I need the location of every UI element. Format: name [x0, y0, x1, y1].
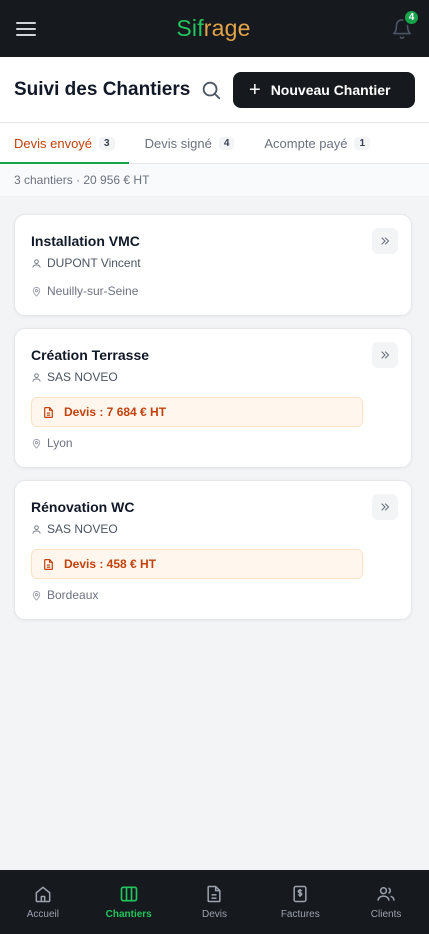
tab-count-badge: 1 [354, 136, 371, 150]
site-client: SAS NOVEO [31, 522, 118, 536]
location-pin-icon [32, 590, 41, 601]
summary-line: 3 chantiers · 20 956 € HT [0, 164, 429, 197]
document-icon [44, 558, 53, 570]
quote-amount-badge[interactable]: Devis : 7 684 € HT [31, 397, 363, 427]
site-card[interactable]: Installation VMC DUPONT Vincent Neuilly-… [14, 214, 412, 316]
bottom-navigation: Accueil Chantiers Devis Factures Clients [0, 870, 429, 934]
nav-label: Devis [201, 909, 227, 920]
notifications-bell-icon[interactable]: 4 [391, 8, 420, 40]
site-location: Neuilly-sur-Seine [31, 284, 138, 298]
nav-label: Chantiers [105, 909, 152, 920]
site-title: Création Terrasse [31, 347, 150, 363]
client-name: DUPONT Vincent [47, 256, 141, 270]
status-tabs: Devis envoyé 3 Devis signé 4 Acompte pay… [0, 122, 429, 164]
site-client: DUPONT Vincent [31, 256, 141, 270]
user-icon [32, 258, 41, 268]
site-title: Installation VMC [31, 233, 140, 249]
site-card[interactable]: Création Terrasse SAS NOVEO Devis : 7 68… [14, 328, 412, 468]
nav-item-factures[interactable]: Factures [257, 870, 343, 934]
site-client: SAS NOVEO [31, 370, 118, 384]
tab-devis-signe[interactable]: Devis signé 4 [129, 123, 249, 163]
client-name: SAS NOVEO [47, 370, 118, 384]
notification-count-badge: 4 [402, 8, 420, 26]
quote-amount-badge[interactable]: Devis : 458 € HT [31, 549, 363, 579]
tab-label: Devis signé [144, 135, 212, 151]
expand-chevrons-icon[interactable] [372, 494, 398, 520]
new-site-button[interactable]: + Nouveau Chantier [233, 71, 415, 108]
tab-count-badge: 4 [218, 136, 235, 150]
user-icon [32, 524, 41, 534]
location-name: Neuilly-sur-Seine [47, 284, 139, 298]
nav-label: Factures [280, 909, 320, 920]
expand-chevrons-icon[interactable] [372, 342, 398, 368]
tab-devis-envoye[interactable]: Devis envoyé 3 [0, 123, 129, 164]
search-icon[interactable] [200, 79, 222, 101]
nav-label: Clients [370, 909, 402, 920]
tab-acompte-paye[interactable]: Acompte payé 1 [248, 123, 384, 163]
tab-count-badge: 3 [99, 136, 115, 150]
tab-label: Acompte payé [264, 135, 348, 151]
user-icon [32, 372, 41, 382]
new-site-button-label: Nouveau Chantier [270, 81, 391, 98]
page-title: Suivi des Chantiers [14, 78, 191, 100]
client-name: SAS NOVEO [47, 522, 118, 536]
document-icon [44, 406, 53, 418]
tab-label: Devis envoyé [14, 135, 93, 151]
site-card[interactable]: Rénovation WC SAS NOVEO Devis : 458 € HT… [14, 480, 412, 620]
page-header: Suivi des Chantiers + Nouveau Chantier [0, 57, 429, 122]
quote-amount-label: Devis : 458 € HT [64, 557, 157, 571]
site-location: Lyon [31, 436, 73, 450]
nav-item-clients[interactable]: Clients [343, 870, 429, 934]
site-location: Bordeaux [31, 588, 98, 602]
columns-icon [120, 886, 138, 902]
location-pin-icon [32, 286, 41, 297]
invoice-icon [293, 885, 307, 903]
document-icon [207, 885, 222, 903]
app-logo: Sifrage [176, 15, 251, 41]
nav-item-devis[interactable]: Devis [172, 870, 258, 934]
home-icon [35, 886, 51, 903]
location-name: Lyon [47, 436, 73, 450]
quote-amount-label: Devis : 7 684 € HT [64, 405, 167, 419]
hamburger-menu-icon[interactable] [16, 20, 36, 38]
nav-item-accueil[interactable]: Accueil [0, 870, 86, 934]
top-bar: Sifrage 4 [0, 0, 429, 57]
expand-chevrons-icon[interactable] [372, 228, 398, 254]
nav-label: Accueil [26, 909, 60, 920]
location-name: Bordeaux [47, 588, 99, 602]
plus-icon: + [249, 78, 261, 101]
site-title: Rénovation WC [31, 499, 135, 515]
nav-item-chantiers[interactable]: Chantiers [86, 870, 172, 934]
location-pin-icon [32, 438, 41, 449]
users-icon [377, 887, 395, 901]
